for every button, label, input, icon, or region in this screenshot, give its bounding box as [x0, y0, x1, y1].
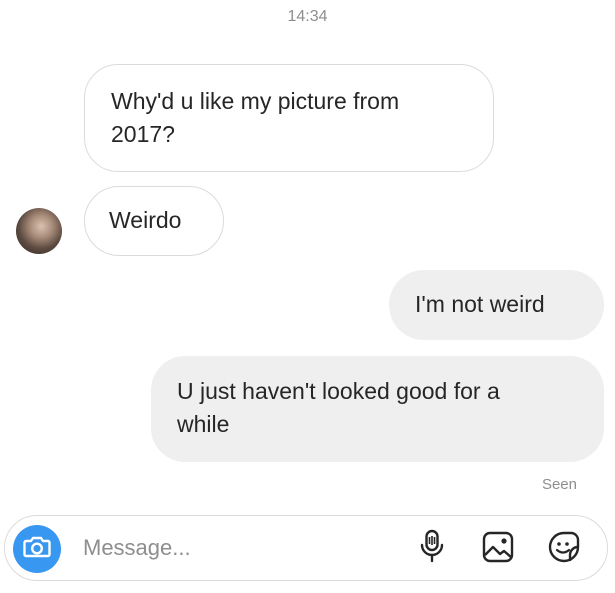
message-input[interactable]	[83, 530, 383, 566]
message-text-line: U just haven't looked good for a	[177, 378, 500, 404]
message-text-line: Why'd u like my picture from	[111, 88, 400, 114]
message-composer	[4, 515, 608, 581]
contact-avatar[interactable]	[16, 208, 62, 254]
message-text-line: while	[177, 411, 230, 437]
sticker-button[interactable]	[545, 530, 583, 568]
sticker-icon	[547, 530, 581, 569]
incoming-message-bubble[interactable]: Why'd u like my picture from 2017?	[84, 64, 494, 172]
voice-message-button[interactable]	[413, 529, 451, 570]
seen-status: Seen	[541, 476, 577, 493]
gallery-button[interactable]	[479, 530, 517, 568]
camera-icon	[23, 535, 51, 564]
message-timestamp: 14:34	[287, 8, 328, 25]
outgoing-message-bubble[interactable]: U just haven't looked good for a while	[151, 356, 604, 462]
microphone-icon	[418, 529, 446, 570]
message-text: I'm not weird	[415, 291, 545, 317]
image-gallery-icon	[481, 530, 515, 569]
chat-screen: 14:34 Why'd u like my picture from 2017?…	[0, 0, 615, 593]
camera-button[interactable]	[13, 525, 61, 573]
outgoing-message-bubble[interactable]: I'm not weird	[389, 270, 604, 340]
message-text-line: 2017?	[111, 121, 175, 147]
message-text: Weirdo	[109, 207, 182, 233]
incoming-message-bubble[interactable]: Weirdo	[84, 186, 224, 256]
